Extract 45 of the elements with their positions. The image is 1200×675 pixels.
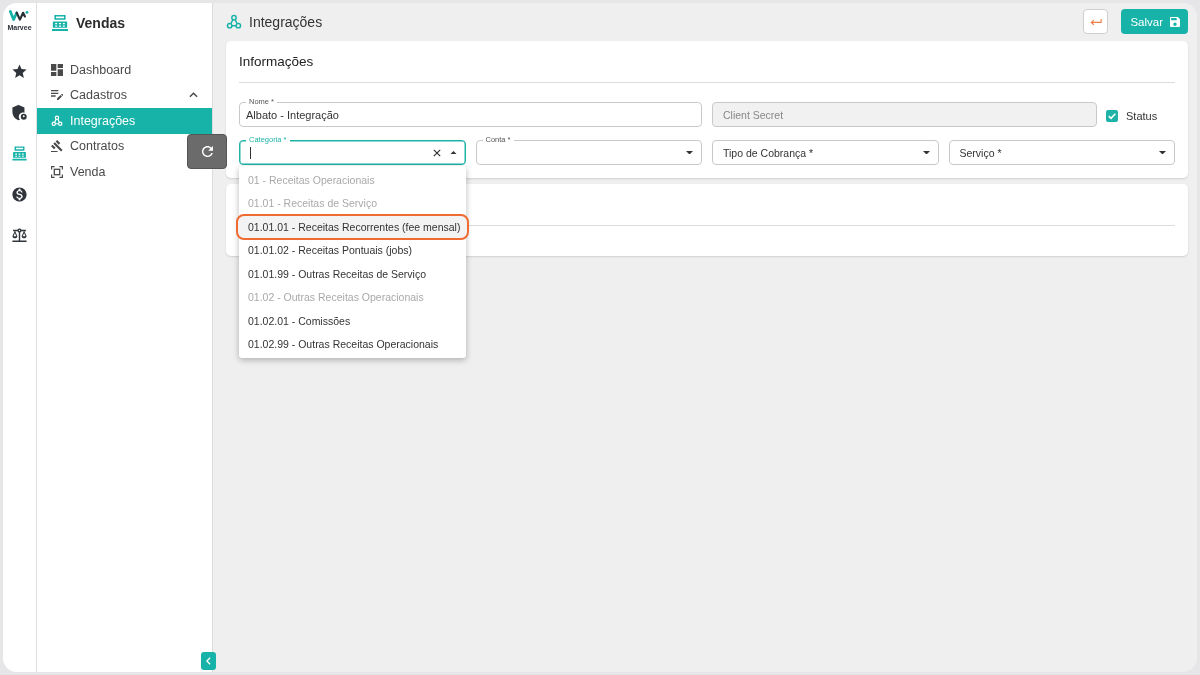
select-field[interactable]: Tipo de Cobrança * — [712, 140, 939, 165]
sidebar-item[interactable]: Contratos — [37, 133, 139, 159]
field-label: Serviço * — [958, 146, 1002, 159]
sidebar-item[interactable]: Venda — [37, 159, 120, 185]
node-graph-icon — [51, 114, 63, 127]
dropdown-option: 01 - Receitas Operacionais — [239, 168, 466, 192]
dropdown-option[interactable]: 01.01.01 - Receitas Recorrentes (fee mensal) — [236, 213, 469, 240]
frame-icon — [51, 165, 63, 178]
scale-icon — [11, 227, 28, 244]
save-icon — [1170, 16, 1180, 27]
dropdown-option[interactable]: 01.01.02 - Receitas Pontuais (jobs) — [239, 238, 466, 262]
checkbox-label: Status — [1126, 109, 1158, 122]
sidebar-item[interactable]: Dashboard — [37, 57, 146, 83]
star-icon — [11, 63, 28, 80]
dropdown-option: 01.02 - Outras Receitas Operacionais — [239, 285, 466, 309]
edit-list-icon — [51, 89, 63, 102]
cash-register-icon — [52, 15, 68, 31]
select-field[interactable]: Serviço * — [948, 140, 1175, 165]
dropdown-option[interactable]: 01.02.01 - Comissões — [239, 309, 466, 333]
clear-icon[interactable] — [432, 148, 441, 157]
shield-badge-icon — [11, 104, 28, 121]
checkbox[interactable] — [1106, 109, 1118, 122]
sidebar-title: Vendas — [76, 15, 126, 31]
gavel-icon — [51, 140, 63, 153]
return-arrow-icon — [1089, 17, 1102, 26]
caret-up-icon[interactable] — [449, 150, 457, 155]
dropdown-option[interactable]: 01.01.99 - Outras Receitas de Serviço — [239, 262, 466, 286]
caret-down-icon[interactable] — [922, 150, 930, 155]
page-title: Integrações — [249, 13, 323, 30]
field-label: Tipo de Cobrança * — [722, 146, 814, 159]
cursor-icon — [250, 146, 251, 159]
sidebar-item[interactable]: Cadastros — [37, 82, 212, 108]
logo-icon — [9, 10, 30, 21]
node-graph-icon — [226, 13, 242, 30]
caret-down-icon[interactable] — [1159, 150, 1166, 155]
cash-register-icon — [11, 145, 28, 162]
chevron-left-icon — [206, 657, 211, 665]
section-title: Informações — [239, 41, 1175, 83]
dollar-coin-icon — [11, 186, 28, 203]
caret-down-icon[interactable] — [686, 150, 693, 155]
refresh-button[interactable] — [187, 134, 227, 169]
dashboard-icon — [51, 63, 63, 76]
dropdown-option: 01.01 - Receitas de Serviço — [239, 191, 466, 215]
dropdown-option[interactable]: 01.02.99 - Outras Receitas Operacionais — [239, 332, 466, 356]
refresh-icon — [201, 146, 213, 157]
